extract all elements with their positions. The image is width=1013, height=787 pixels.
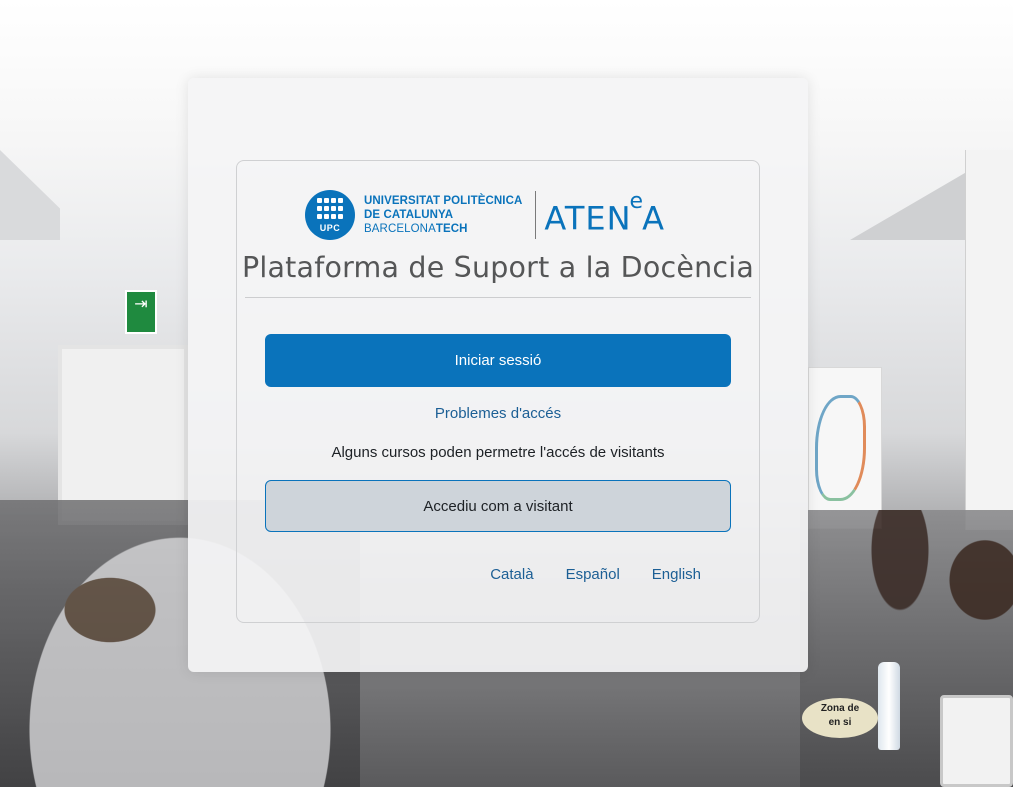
artwork-swirl xyxy=(815,395,866,501)
water-bottle xyxy=(878,662,900,750)
doorway xyxy=(58,345,188,525)
logo-divider xyxy=(535,191,537,239)
desk-sign: Zona de en si xyxy=(802,698,878,738)
atenea-prefix: ATEN xyxy=(544,199,632,238)
ceiling-light xyxy=(0,150,60,240)
exit-figure-icon: ⇥ xyxy=(125,290,157,334)
language-link-espanol[interactable]: Español xyxy=(566,566,620,583)
desk-sign-text: Zona de en si xyxy=(820,703,860,728)
language-selector: Català Español English xyxy=(490,566,701,583)
upc-logo-icon: UPC xyxy=(305,190,355,240)
university-line1: UNIVERSITAT POLITÈCNICA xyxy=(364,195,523,207)
login-button[interactable]: Iniciar sessió xyxy=(265,334,731,387)
atenea-logo: ATENeA xyxy=(544,189,665,238)
laptop xyxy=(940,695,1013,787)
university-line3: BARCELONATECH xyxy=(364,222,522,236)
guest-login-button[interactable]: Accediu com a visitant xyxy=(265,480,731,532)
login-card: UPC UNIVERSITAT POLITÈCNICA DE CATALUNYA… xyxy=(236,160,760,623)
upc-dots xyxy=(317,198,343,220)
title-divider xyxy=(245,297,751,298)
language-link-catala[interactable]: Català xyxy=(490,566,533,583)
page-title: Plataforma de Suport a la Docència xyxy=(242,251,754,284)
atenea-sup: e xyxy=(629,188,645,214)
login-panel: UPC UNIVERSITAT POLITÈCNICA DE CATALUNYA… xyxy=(188,78,808,672)
upc-badge-text: UPC xyxy=(319,223,341,233)
university-line3-light: BARCELONA xyxy=(364,223,436,235)
wall-column xyxy=(965,150,1013,530)
university-line2: DE CATALUNYA xyxy=(364,209,454,221)
university-line3-bold: TECH xyxy=(435,223,468,235)
access-problems-link[interactable]: Problemes d'accés xyxy=(237,405,759,422)
university-name: UNIVERSITAT POLITÈCNICA DE CATALUNYA BAR… xyxy=(364,194,522,236)
language-link-english[interactable]: English xyxy=(652,566,701,583)
ceiling-light xyxy=(850,170,970,240)
logo-row: UPC UNIVERSITAT POLITÈCNICA DE CATALUNYA… xyxy=(305,189,665,241)
guest-access-note: Alguns cursos poden permetre l'accés de … xyxy=(331,444,665,461)
atenea-suffix: A xyxy=(642,199,665,238)
